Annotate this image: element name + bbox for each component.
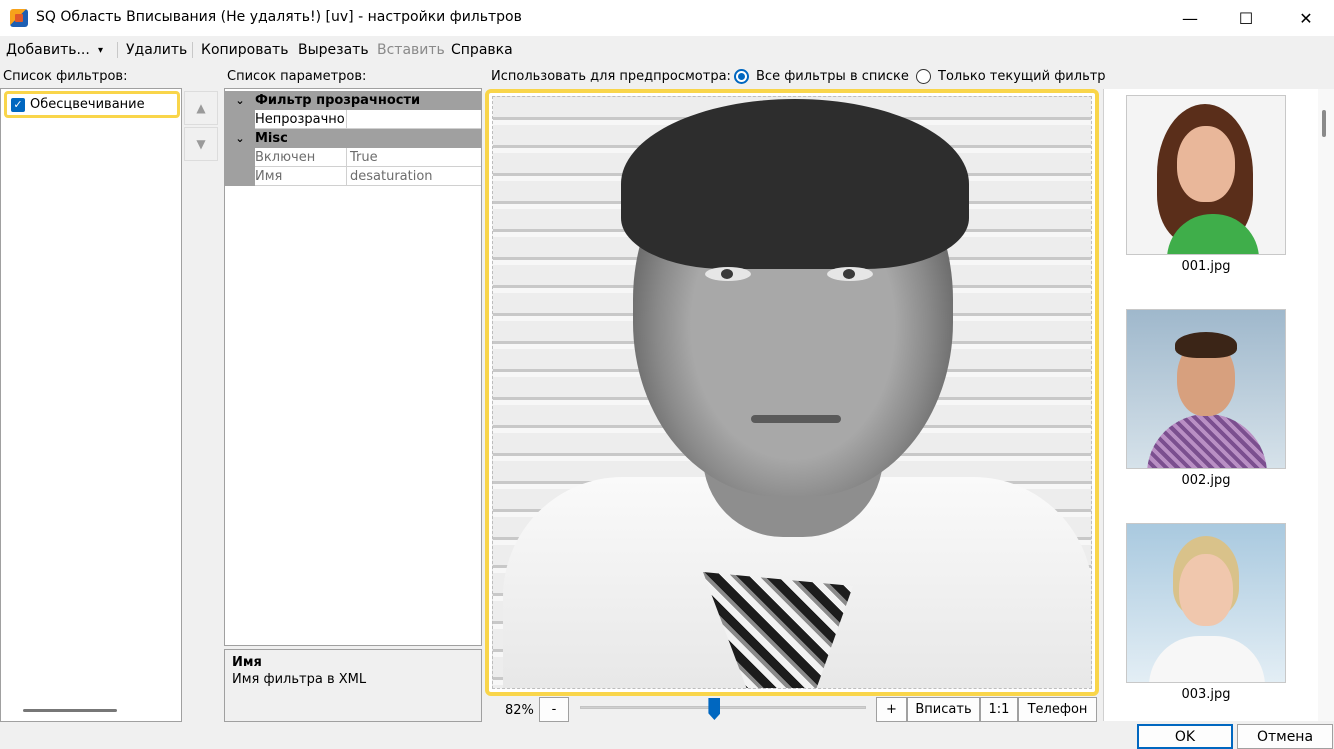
- minimize-icon: —: [1182, 8, 1198, 28]
- property-row[interactable]: Включен True: [225, 148, 481, 167]
- maximize-icon: ☐: [1238, 8, 1254, 28]
- close-icon: ✕: [1299, 8, 1313, 28]
- property-name: Имя: [255, 167, 347, 186]
- description-title: Имя: [232, 655, 262, 670]
- thumbnail-image[interactable]: [1126, 95, 1286, 255]
- property-value-field[interactable]: [347, 110, 481, 129]
- menu-separator: [117, 42, 118, 58]
- face-shape: [1179, 554, 1233, 626]
- zoom-out-button[interactable]: -: [539, 697, 569, 722]
- category-row[interactable]: ⌄ Misc: [225, 129, 481, 148]
- zoom-slider-track[interactable]: [580, 706, 866, 709]
- eye-shape: [705, 267, 751, 281]
- property-row[interactable]: Непрозрачно: [225, 110, 481, 129]
- fit-button[interactable]: Вписать: [907, 697, 980, 722]
- chevron-down-icon[interactable]: ▾: [98, 45, 103, 56]
- shirt-shape: [1149, 636, 1265, 682]
- row-margin: [225, 167, 255, 186]
- filter-list[interactable]: ✓ Обесцвечивание: [0, 88, 182, 722]
- thumbnail-image[interactable]: [1126, 523, 1286, 683]
- move-up-button[interactable]: ▲: [184, 91, 218, 125]
- move-down-button[interactable]: ▼: [184, 127, 218, 161]
- thumbnail-caption: 003.jpg: [1181, 687, 1231, 702]
- thumbnail-image[interactable]: [1126, 309, 1286, 469]
- hair-shape: [621, 99, 969, 269]
- checkbox[interactable]: ✓: [11, 97, 25, 112]
- filter-settings-window: SQ Область Вписывания (Не удалять!) [uv]…: [0, 0, 1334, 749]
- category-title: Фильтр прозрачности: [255, 93, 421, 108]
- menu-add[interactable]: Добавить...: [6, 42, 90, 58]
- property-row[interactable]: Имя desaturation: [225, 167, 481, 186]
- description-text: Имя фильтра в XML: [232, 672, 367, 687]
- vertical-scrollbar[interactable]: [1318, 89, 1334, 721]
- cancel-button[interactable]: Отмена: [1237, 724, 1333, 749]
- maximize-button[interactable]: ☐: [1222, 0, 1270, 36]
- horizontal-scrollbar-thumb[interactable]: [23, 709, 117, 712]
- face-shape: [1177, 126, 1235, 202]
- minimize-button[interactable]: —: [1166, 0, 1214, 36]
- chevron-down-icon[interactable]: ⌄: [225, 132, 255, 145]
- menu-bar: Добавить... ▾ Удалить Копировать Вырезат…: [0, 36, 1334, 64]
- mouth-shape: [751, 415, 841, 423]
- category-title: Misc: [255, 131, 288, 146]
- property-value-field[interactable]: True: [347, 148, 481, 167]
- zoom-level: 82%: [505, 703, 534, 718]
- menu-paste: Вставить: [377, 42, 445, 58]
- eye-shape: [827, 267, 873, 281]
- check-icon: ✓: [13, 98, 23, 111]
- radio-all-filters-label[interactable]: Все фильтры в списке: [756, 69, 909, 84]
- arrow-up-icon: ▲: [196, 101, 206, 115]
- property-description: Имя Имя фильтра в XML: [224, 649, 482, 722]
- row-margin: [225, 110, 255, 129]
- property-name: Непрозрачно: [255, 110, 347, 129]
- menu-copy[interactable]: Копировать: [201, 42, 288, 58]
- arrow-down-icon: ▼: [196, 137, 206, 151]
- filter-item-label: Обесцвечивание: [30, 97, 145, 112]
- category-row[interactable]: ⌄ Фильтр прозрачности: [225, 91, 481, 110]
- property-grid[interactable]: ⌄ Фильтр прозрачности Непрозрачно ⌄ Misc…: [224, 88, 482, 646]
- preview-image: [492, 96, 1092, 689]
- preview-label: Использовать для предпросмотра:: [491, 69, 731, 84]
- radio-current-filter-label[interactable]: Только текущий фильтр: [938, 69, 1106, 84]
- thumbnail-caption: 001.jpg: [1181, 259, 1231, 274]
- row-margin: [225, 148, 255, 167]
- hair-shape: [1175, 332, 1237, 358]
- zoom-in-button[interactable]: +: [876, 697, 907, 722]
- phone-button[interactable]: Телефон: [1018, 697, 1097, 722]
- radio-all-filters[interactable]: [734, 69, 749, 84]
- property-name: Включен: [255, 148, 347, 167]
- menu-separator: [192, 42, 193, 58]
- param-list-label: Список параметров:: [227, 69, 367, 84]
- actual-size-button[interactable]: 1:1: [980, 697, 1018, 722]
- vertical-scrollbar-thumb[interactable]: [1322, 110, 1326, 137]
- property-value-field[interactable]: desaturation: [347, 167, 481, 186]
- zoom-slider-thumb[interactable]: [708, 698, 721, 720]
- menu-help[interactable]: Справка: [451, 42, 513, 58]
- window-title: SQ Область Вписывания (Не удалять!) [uv]…: [36, 9, 522, 25]
- filter-list-label: Список фильтров:: [3, 69, 128, 84]
- chevron-down-icon[interactable]: ⌄: [225, 94, 255, 107]
- menu-cut[interactable]: Вырезать: [298, 42, 369, 58]
- list-item[interactable]: ✓ Обесцвечивание: [4, 91, 180, 118]
- menu-delete[interactable]: Удалить: [126, 42, 187, 58]
- ok-button[interactable]: OK: [1137, 724, 1233, 749]
- thumbnail-caption: 002.jpg: [1181, 473, 1231, 488]
- shirt-shape: [1147, 414, 1267, 468]
- preview-area[interactable]: [485, 89, 1099, 696]
- close-button[interactable]: ✕: [1282, 0, 1330, 36]
- title-bar: SQ Область Вписывания (Не удалять!) [uv]…: [0, 0, 1334, 36]
- radio-current-filter[interactable]: [916, 69, 931, 84]
- app-icon: [10, 9, 28, 27]
